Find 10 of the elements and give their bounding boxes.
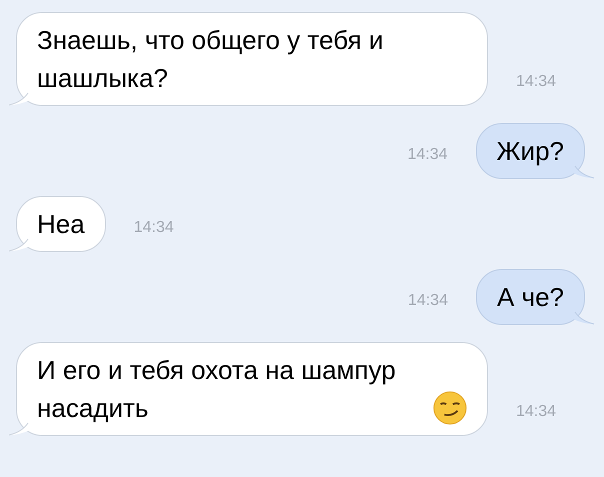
message-text: Знаешь, что общего у тебя и шашлыка?: [37, 24, 384, 95]
message-time: 14:34: [516, 402, 556, 422]
message-text: А че?: [496, 281, 564, 314]
message-text: Жир?: [496, 135, 564, 168]
message-text: И его и тебя охота на шампур насадить: [37, 354, 397, 425]
message-time: 14:34: [516, 72, 556, 92]
message-time: 14:34: [408, 291, 448, 311]
message-time: 14:34: [408, 145, 448, 165]
message-time: 14:34: [134, 218, 174, 238]
message-text: Неа: [37, 208, 85, 241]
